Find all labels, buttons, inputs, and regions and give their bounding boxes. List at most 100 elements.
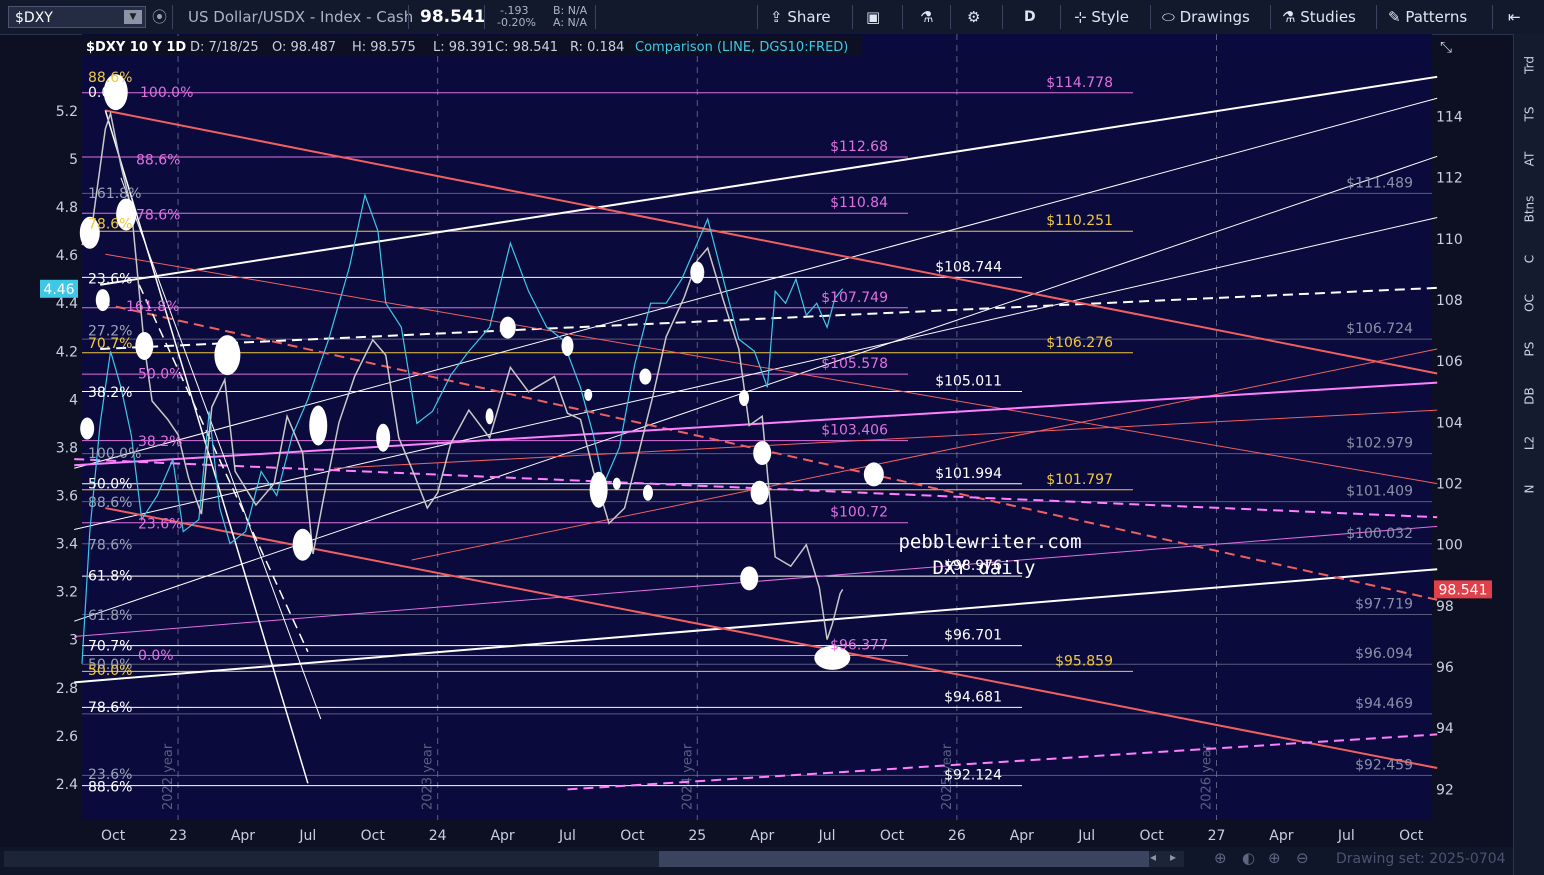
left-axis-tick: 2.6 <box>56 729 78 745</box>
scroll-right-icon[interactable]: ▸ <box>1170 850 1176 864</box>
panel-tab-oc[interactable]: OC <box>1523 288 1537 319</box>
fib-pct-label: 100.0% <box>88 446 141 462</box>
fib-pct-label: 161.8% <box>88 186 141 202</box>
legend-comparison[interactable]: Comparison (LINE, DGS10:FRED) <box>635 40 848 55</box>
right-axis-tick: 100 <box>1436 538 1463 554</box>
studies-label: Studies <box>1300 8 1356 26</box>
left-axis-tick: 3.4 <box>56 537 78 553</box>
style-button[interactable]: ⊹ Style <box>1074 0 1129 34</box>
fib-pct-label: 50.0% <box>88 663 132 679</box>
pattern-marker <box>499 316 516 339</box>
scroll-left-icon[interactable]: ◂ <box>1150 850 1156 864</box>
share-button[interactable]: ⇪ Share <box>770 0 831 34</box>
scrollbar-thumb[interactable] <box>659 851 1149 867</box>
toolbar-divider <box>1270 5 1271 29</box>
left-axis-tick: 4.2 <box>56 344 78 360</box>
panel-tab-ps[interactable]: PS <box>1523 334 1537 365</box>
toolbar-divider <box>757 5 758 29</box>
panel-tab-trd[interactable]: Trd <box>1523 50 1537 81</box>
left-axis-tick: 3.2 <box>56 585 78 601</box>
year-label: 2024 year <box>680 743 695 810</box>
period-button[interactable]: D <box>1024 0 1036 34</box>
top-toolbar: $DXY ▼ ⦿ US Dollar/USDX - Index - Cash 98… <box>0 0 1544 35</box>
toolbar-divider <box>484 5 485 29</box>
crosshair-icon[interactable]: ⊕ <box>1268 849 1281 867</box>
flask-icon[interactable]: ⚗ <box>920 0 933 34</box>
grey-level-label: $96.094 <box>1355 646 1413 662</box>
horizontal-scrollbar[interactable] <box>4 851 1184 867</box>
left-axis-tick: 4 <box>69 392 78 408</box>
collapse-icon[interactable]: ⇤ <box>1508 0 1521 34</box>
zoom-out-icon[interactable]: ⊖ <box>1296 849 1309 867</box>
fib-pct-label: 78.6% <box>88 538 132 554</box>
fib-pct-label: 88.6% <box>136 152 180 168</box>
toolbar-divider <box>1150 5 1151 29</box>
fib-pct-label: 100.0% <box>140 85 193 101</box>
chart-canvas[interactable]: 2022 year 2023 year 2024 year 2025 year 2026… <box>0 34 1513 847</box>
fib-level-label: $100.72 <box>830 505 888 521</box>
x-axis-tick: Apr <box>1269 828 1293 844</box>
legend-low: L: 98.391 <box>433 40 494 55</box>
fib-level-label: $103.406 <box>821 423 888 439</box>
grey-level-label: $101.409 <box>1346 484 1413 500</box>
x-axis-tick: Oct <box>620 828 645 844</box>
style-label: Style <box>1091 8 1130 26</box>
left-axis-tick: 4.4 <box>56 296 78 312</box>
right-axis-tick: 96 <box>1436 660 1454 676</box>
panel-tab-n[interactable]: N <box>1523 474 1537 505</box>
x-axis-tick: 26 <box>948 828 966 844</box>
chart-options-icon[interactable]: ⦿ <box>152 0 167 34</box>
drawings-button[interactable]: ⬭ Drawings <box>1162 0 1250 34</box>
legend-range: R: 0.184 <box>570 40 624 55</box>
x-axis-tick: 23 <box>169 828 187 844</box>
pattern-marker <box>739 389 750 406</box>
studies-button[interactable]: ⚗ Studies <box>1282 0 1356 34</box>
grey-level-label: $106.724 <box>1346 321 1413 337</box>
share-label: Share <box>787 8 831 26</box>
zoom-in-icon[interactable]: ⊕ <box>1214 849 1227 867</box>
pattern-marker <box>214 335 241 376</box>
panel-tab-ts[interactable]: TS <box>1523 99 1537 130</box>
fib-pct-label: 88.6% <box>88 779 132 795</box>
last-price: 98.541 <box>420 7 486 27</box>
year-label: 2026 year <box>1200 743 1215 810</box>
panel-tab-db[interactable]: DB <box>1523 381 1537 412</box>
fib-level-label: $110.84 <box>830 195 888 211</box>
pattern-marker <box>750 480 769 505</box>
symbol-description: US Dollar/USDX - Index - Cash <box>188 8 414 26</box>
snapshot-icon[interactable]: ▣ <box>866 0 880 34</box>
pattern-marker <box>642 484 653 501</box>
fib-pct-label: 50.0% <box>88 477 132 493</box>
panel-tab-l2[interactable]: L2 <box>1523 428 1537 459</box>
x-axis-tick: Apr <box>490 828 514 844</box>
style-icon: ⊹ <box>1074 8 1087 26</box>
fib-level-label: $92.124 <box>944 768 1002 784</box>
panel-tab-at[interactable]: AT <box>1523 144 1537 175</box>
fib-pct-label: 0.0% <box>88 85 124 101</box>
panel-tab-c[interactable]: C <box>1523 244 1537 275</box>
toolbar-divider <box>950 5 951 29</box>
left-axis-tick: 3.6 <box>56 489 78 505</box>
symbol-dropdown-icon[interactable]: ▼ <box>124 10 142 24</box>
pattern-marker <box>612 477 621 490</box>
right-axis-tick: 98 <box>1436 599 1454 615</box>
gear-icon[interactable]: ⚙ <box>967 0 980 34</box>
symbol-input[interactable]: $DXY ▼ <box>8 6 146 28</box>
toolbar-divider <box>902 5 903 29</box>
year-label: 2023 year <box>421 743 436 810</box>
zoom-fit-icon[interactable]: ◐ <box>1242 849 1255 867</box>
left-axis-tick: 3 <box>69 633 78 649</box>
right-axis-tick: 94 <box>1436 721 1454 737</box>
studies-icon: ⚗ <box>1282 8 1296 26</box>
crosshair-toggle-icon[interactable]: ⤡ <box>1440 38 1452 56</box>
patterns-button[interactable]: ✎ Patterns <box>1388 0 1467 34</box>
fib-pct-label: 70.7% <box>88 639 132 655</box>
left-axis-tick: 2.8 <box>56 681 78 697</box>
toolbar-divider <box>1376 5 1377 29</box>
panel-tab-btns[interactable]: Btns <box>1523 194 1537 225</box>
toolbar-divider <box>595 5 596 29</box>
pattern-marker <box>639 368 652 385</box>
patterns-icon: ✎ <box>1388 8 1401 26</box>
x-axis-tick: Apr <box>750 828 774 844</box>
fib-pct-label: 88.6% <box>88 495 132 511</box>
